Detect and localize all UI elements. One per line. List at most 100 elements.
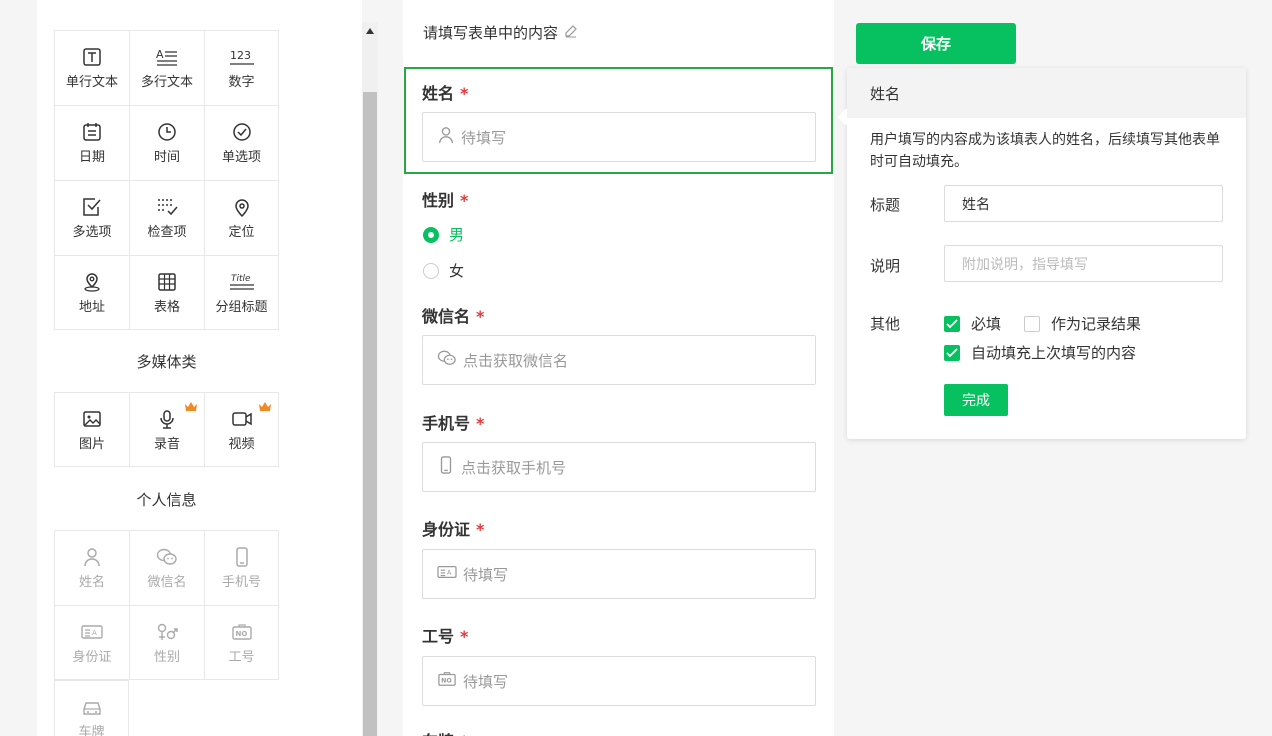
image-icon (81, 408, 103, 430)
id-card-icon: A (437, 563, 457, 585)
description-input[interactable]: 附加说明，指导填写 (944, 245, 1223, 282)
field-title: 姓名 * (422, 84, 469, 103)
form-header-text: 请填写表单中的内容 (423, 24, 559, 42)
field-title: 微信名 * (422, 307, 485, 326)
placeholder-text: 待填写 (461, 128, 507, 147)
checkbox-icon (81, 196, 103, 218)
component-palette: 单行文本 A 多行文本 123 数字 日期 时间 单选项 多选项 检查项 定位 … (37, 0, 362, 736)
palette-item-single-line-text[interactable]: 单行文本 (54, 30, 129, 105)
save-button[interactable]: 保存 (856, 23, 1016, 64)
person-icon (81, 546, 103, 568)
panel-title: 姓名 (847, 68, 1246, 118)
required-checkbox[interactable]: 必填 (944, 313, 1001, 334)
field-title: 工号 * (422, 627, 469, 646)
svg-text:A: A (156, 48, 164, 61)
personal-fields-grid: 姓名 微信名 手机号 A 身份证 性别 NO 工号 车牌 (54, 530, 279, 736)
radio-female[interactable]: 女 (423, 260, 464, 281)
map-pin-icon (81, 271, 103, 293)
field-title: 身份证 * (422, 520, 485, 539)
form-canvas: 请填写表单中的内容 姓名 * 待填写 性别 * 男 女 微信名 * 点击获取微信名 (403, 0, 834, 736)
table-icon (156, 271, 178, 293)
svg-text:A: A (92, 629, 97, 637)
id-card-input[interactable]: A 待填写 (422, 549, 816, 599)
gender-icon (156, 621, 178, 643)
checklist-icon (156, 196, 178, 218)
palette-item-name: 姓名 (54, 530, 129, 605)
placeholder-text: 点击获取微信名 (463, 351, 569, 370)
radio-male[interactable]: 男 (423, 224, 464, 245)
phone-icon (437, 456, 455, 478)
clock-icon (156, 121, 178, 143)
phone-input[interactable]: 点击获取手机号 (422, 442, 816, 492)
personal-section-title: 个人信息 (136, 491, 197, 509)
palette-item-recording[interactable]: 录音 (129, 392, 204, 467)
palette-item-checklist[interactable]: 检查项 (129, 180, 204, 255)
description-label: 说明 (870, 257, 901, 275)
field-title: 车牌* (422, 728, 468, 736)
employee-id-icon: NO (437, 670, 457, 692)
radio-dot[interactable] (423, 226, 439, 243)
palette-item-single-choice[interactable]: 单选项 (204, 105, 279, 180)
media-fields-grid: 图片 录音 视频 (54, 392, 279, 467)
pencil-icon[interactable] (564, 24, 578, 42)
palette-item-address[interactable]: 地址 (54, 255, 129, 330)
multiline-text-icon: A (156, 46, 178, 68)
car-icon (81, 696, 103, 718)
palette-item-multi-choice[interactable]: 多选项 (54, 180, 129, 255)
palette-item-phone: 手机号 (204, 530, 279, 605)
checkbox-box[interactable] (944, 344, 960, 361)
crown-icon (258, 397, 272, 416)
scroll-up-arrow-icon[interactable] (366, 28, 374, 34)
scrollbar-thumb[interactable] (363, 92, 377, 736)
crown-icon (184, 397, 198, 416)
calendar-icon (81, 121, 103, 143)
text-box-icon (81, 46, 103, 68)
done-button[interactable]: 完成 (944, 384, 1008, 416)
form-header[interactable]: 请填写表单中的内容 (423, 22, 578, 43)
check-circle-icon (231, 121, 253, 143)
svg-text:NO: NO (441, 678, 452, 685)
person-icon (437, 126, 455, 148)
palette-item-time[interactable]: 时间 (129, 105, 204, 180)
number-icon: 123 (229, 46, 255, 68)
palette-item-image[interactable]: 图片 (54, 392, 129, 467)
svg-text:Title: Title (231, 274, 251, 284)
wechat-name-input[interactable]: 点击获取微信名 (422, 335, 816, 385)
field-properties-panel: 姓名 用户填写的内容成为该填表人的姓名，后续填写其他表单时可自动填充。 标题 姓… (847, 68, 1246, 439)
video-icon (231, 408, 253, 430)
palette-item-gender: 性别 (129, 605, 204, 680)
employee-id-input[interactable]: NO 待填写 (422, 656, 816, 706)
palette-item-id-card: A 身份证 (54, 605, 129, 680)
field-title: 手机号 * (422, 414, 485, 433)
wechat-icon (437, 349, 457, 371)
basic-fields-grid: 单行文本 A 多行文本 123 数字 日期 时间 单选项 多选项 检查项 定位 … (54, 30, 279, 330)
palette-item-wechat-name: 微信名 (129, 530, 204, 605)
checkbox-box[interactable] (944, 315, 960, 332)
checkbox-box[interactable] (1024, 315, 1040, 332)
palette-item-group-title[interactable]: Title 分组标题 (204, 255, 279, 330)
palette-scrollbar[interactable] (362, 22, 378, 736)
autofill-checkbox[interactable]: 自动填充上次填写的内容 (944, 342, 1136, 363)
palette-item-license-plate: 车牌 (54, 680, 129, 736)
placeholder-text: 点击获取手机号 (461, 458, 567, 477)
media-section-title: 多媒体类 (136, 353, 197, 371)
name-input[interactable]: 待填写 (422, 112, 816, 162)
placeholder-text: 待填写 (463, 672, 509, 691)
palette-item-number[interactable]: 123 数字 (204, 30, 279, 105)
location-pin-icon (231, 196, 253, 218)
palette-item-location[interactable]: 定位 (204, 180, 279, 255)
palette-item-video[interactable]: 视频 (204, 392, 279, 467)
placeholder-text: 待填写 (463, 565, 509, 584)
svg-text:NO: NO (235, 630, 247, 638)
group-title-icon: Title (229, 271, 255, 293)
palette-item-date[interactable]: 日期 (54, 105, 129, 180)
palette-item-multi-line-text[interactable]: A 多行文本 (129, 30, 204, 105)
id-card-icon: A (81, 621, 103, 643)
svg-text:A: A (447, 570, 452, 577)
palette-item-table[interactable]: 表格 (129, 255, 204, 330)
title-input[interactable]: 姓名 (944, 185, 1223, 222)
radio-dot[interactable] (423, 262, 439, 279)
record-result-checkbox[interactable]: 作为记录结果 (1024, 313, 1141, 334)
phone-icon (231, 546, 253, 568)
panel-description: 用户填写的内容成为该填表人的姓名，后续填写其他表单时可自动填充。 (870, 132, 1220, 170)
